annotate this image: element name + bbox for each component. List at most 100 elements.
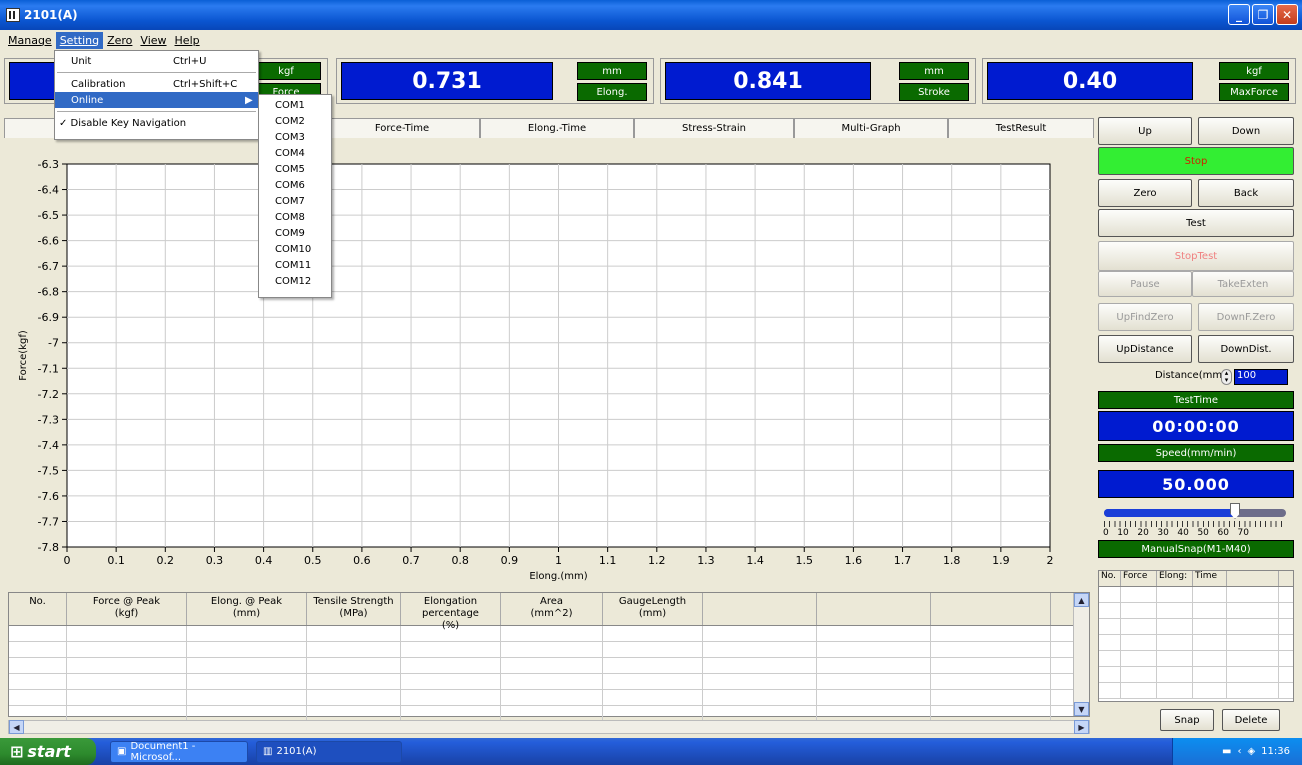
menu-item-com1[interactable]: COM1 xyxy=(259,97,331,113)
tab-test-result[interactable]: TestResult xyxy=(948,118,1094,138)
snap-row[interactable] xyxy=(1099,683,1293,699)
upfindzero-button[interactable]: UpFindZero xyxy=(1098,303,1192,331)
x-axis-label: Elong.(mm) xyxy=(529,571,587,582)
tab-stress-strain[interactable]: Stress-Strain xyxy=(634,118,794,138)
force-unit: kgf xyxy=(251,62,321,80)
table-cell xyxy=(307,658,401,673)
table-cell xyxy=(67,674,187,689)
pause-button[interactable]: Pause xyxy=(1098,271,1192,297)
table-row[interactable] xyxy=(9,642,1089,658)
menu-item-com6[interactable]: COM6 xyxy=(259,177,331,193)
scroll-up-icon[interactable]: ▲ xyxy=(1074,593,1089,607)
menu-item-com4[interactable]: COM4 xyxy=(259,145,331,161)
snap-button[interactable]: Snap xyxy=(1160,709,1214,731)
menu-item-calibration[interactable]: Calibration Ctrl+Shift+C xyxy=(55,76,258,92)
delete-button[interactable]: Delete xyxy=(1222,709,1280,731)
speed-slider-track[interactable] xyxy=(1104,503,1286,519)
menu-manage[interactable]: Manage xyxy=(4,32,56,49)
results-col-header: Elongation percentage (%) xyxy=(401,593,501,631)
menu-item-com3[interactable]: COM3 xyxy=(259,129,331,145)
menu-item-disable-key-nav[interactable]: ✓ Disable Key Navigation xyxy=(55,115,258,131)
snap-table-body xyxy=(1099,587,1293,699)
tray-expand-icon[interactable]: ‹ xyxy=(1237,746,1241,757)
x-tick-label: 0 xyxy=(64,554,71,567)
close-button[interactable]: ✕ xyxy=(1276,4,1298,25)
menu-item-online[interactable]: Online ▶ xyxy=(55,92,258,108)
menu-item-com11[interactable]: COM11 xyxy=(259,257,331,273)
back-button[interactable]: Back xyxy=(1198,179,1294,207)
menu-item-com9[interactable]: COM9 xyxy=(259,225,331,241)
snap-row[interactable] xyxy=(1099,635,1293,651)
results-col-header: Force @ Peak (kgf) xyxy=(67,593,187,625)
tab-force-time[interactable]: Force-Time xyxy=(324,118,480,138)
table-cell xyxy=(67,706,187,721)
distance-input[interactable]: 100 xyxy=(1234,369,1288,385)
y-tick-label: -7.5 xyxy=(38,464,59,477)
table-row[interactable] xyxy=(9,658,1089,674)
menu-item-com2[interactable]: COM2 xyxy=(259,113,331,129)
updistance-button[interactable]: UpDistance xyxy=(1098,335,1192,363)
results-table: No. Force @ Peak (kgf) Elong. @ Peak (mm) T… xyxy=(8,592,1090,722)
minimize-button[interactable]: _ xyxy=(1228,4,1250,25)
snap-row[interactable] xyxy=(1099,603,1293,619)
downdist-button[interactable]: DownDist. xyxy=(1198,335,1294,363)
scroll-down-icon[interactable]: ▼ xyxy=(1074,702,1089,716)
menu-item-unit[interactable]: Unit Ctrl+U xyxy=(55,53,258,69)
menu-item-com7[interactable]: COM7 xyxy=(259,193,331,209)
task-document1[interactable]: ▣ Document1 - Microsof... xyxy=(110,740,248,763)
table-cell xyxy=(67,626,187,641)
tab-multi-graph[interactable]: Multi-Graph xyxy=(794,118,948,138)
results-hscroll[interactable]: ◀ ▶ xyxy=(8,720,1090,734)
snap-row[interactable] xyxy=(1099,667,1293,683)
menu-item-com8[interactable]: COM8 xyxy=(259,209,331,225)
table-cell xyxy=(307,674,401,689)
table-cell xyxy=(401,642,501,657)
start-button[interactable]: ⊞ start xyxy=(0,738,96,765)
menu-item-com5[interactable]: COM5 xyxy=(259,161,331,177)
scroll-left-icon[interactable]: ◀ xyxy=(9,720,24,734)
test-button[interactable]: Test xyxy=(1098,209,1294,237)
menu-help[interactable]: Help xyxy=(171,32,204,49)
table-row[interactable] xyxy=(9,690,1089,706)
network-icon[interactable]: ◈ xyxy=(1247,746,1255,757)
results-col-header xyxy=(817,593,931,625)
scroll-right-icon[interactable]: ▶ xyxy=(1074,720,1089,734)
menu-setting[interactable]: Setting xyxy=(55,31,104,49)
menu-item-com10[interactable]: COM10 xyxy=(259,241,331,257)
distance-spinner[interactable]: ▴ ▾ xyxy=(1221,369,1232,385)
elong-gauge: 0.731 mm Elong. xyxy=(336,58,654,104)
table-row[interactable] xyxy=(9,674,1089,690)
table-cell xyxy=(817,658,931,673)
x-tick-label: 0.5 xyxy=(304,554,322,567)
snap-row[interactable] xyxy=(1099,651,1293,667)
table-cell xyxy=(817,674,931,689)
snap-row[interactable] xyxy=(1099,619,1293,635)
stroke-value: 0.841 xyxy=(665,62,871,100)
table-cell xyxy=(401,626,501,641)
table-cell xyxy=(817,690,931,705)
results-col-header: No. xyxy=(9,593,67,625)
tab-elong-time[interactable]: Elong.-Time xyxy=(480,118,634,138)
takeexten-button[interactable]: TakeExten xyxy=(1192,271,1294,297)
stoptest-button[interactable]: StopTest xyxy=(1098,241,1294,271)
table-cell xyxy=(817,626,931,641)
x-tick-label: 1.5 xyxy=(796,554,814,567)
menu-view[interactable]: View xyxy=(136,32,170,49)
menu-item-com12[interactable]: COM12 xyxy=(259,273,331,289)
zero-button[interactable]: Zero xyxy=(1098,179,1192,207)
keyboard-icon[interactable]: ▬ xyxy=(1222,746,1231,757)
x-tick-label: 1.2 xyxy=(648,554,666,567)
results-vscroll[interactable]: ▲ ▼ xyxy=(1073,593,1089,716)
downfzero-button[interactable]: DownF.Zero xyxy=(1198,303,1294,331)
restore-button[interactable]: ❐ xyxy=(1252,4,1274,25)
menu-zero[interactable]: Zero xyxy=(103,32,136,49)
stop-button[interactable]: Stop xyxy=(1098,147,1294,175)
down-button[interactable]: Down xyxy=(1198,117,1294,145)
snap-col-header: Elong: xyxy=(1157,571,1193,586)
results-col-header: Tensile Strength (MPa) xyxy=(307,593,401,625)
task-2101a[interactable]: ▥ 2101(A) xyxy=(256,740,402,763)
word-doc-icon: ▣ xyxy=(117,746,127,757)
snap-row[interactable] xyxy=(1099,587,1293,603)
table-row[interactable] xyxy=(9,626,1089,642)
up-button[interactable]: Up xyxy=(1098,117,1192,145)
